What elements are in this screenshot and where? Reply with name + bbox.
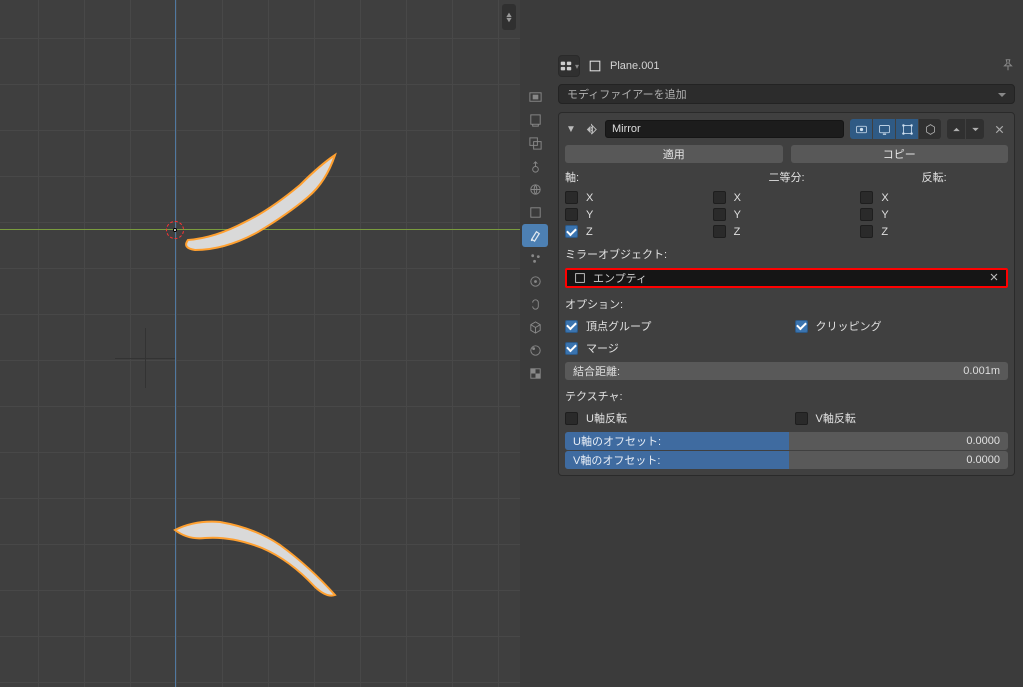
object-name: Plane.001 [610,60,660,72]
vertex-groups-checkbox[interactable]: 頂点グループ [565,318,779,334]
display-cage-toggle[interactable] [919,119,941,139]
offset-v-label: V軸のオフセット: [565,451,789,469]
copy-button[interactable]: コピー [791,145,1009,163]
mesh-object[interactable] [0,0,520,687]
apply-button[interactable]: 適用 [565,145,783,163]
bisect-label: 二等分: [713,169,861,185]
properties-tabs [520,0,550,687]
textures-label: テクスチャ: [565,388,1008,404]
modifier-panel-mirror: ▼ 適用 コピー [558,112,1015,476]
breadcrumb: ▾ Plane.001 [550,48,1023,84]
tab-output[interactable] [522,109,548,132]
tab-physics[interactable] [522,270,548,293]
mirror-object-value: エンプティ [593,270,647,286]
tab-particles[interactable] [522,247,548,270]
bisect-y-checkbox[interactable]: Y [713,208,861,221]
mirror-object-field[interactable]: エンプティ [565,268,1008,288]
axis-z-checkbox[interactable]: Z [565,225,713,238]
mirror-object-label: ミラーオブジェクト: [565,246,1008,262]
add-modifier-label: モディファイアーを追加 [567,86,687,102]
remove-modifier-button[interactable] [990,119,1008,139]
bisect-x-checkbox[interactable]: X [713,191,861,204]
properties-header-empty [550,0,1023,48]
flip-z-checkbox[interactable]: Z [860,225,1008,238]
display-render-toggle[interactable] [850,119,872,139]
display-edit-toggle[interactable] [896,119,918,139]
tab-constraints[interactable] [522,293,548,316]
tab-scene[interactable] [522,155,548,178]
nav-icon [502,10,516,24]
tab-modifiers[interactable] [522,224,548,247]
viewport-nav-gizmo[interactable] [502,4,516,30]
tab-world[interactable] [522,178,548,201]
flip-label: 反転: [860,169,1008,185]
tab-object[interactable] [522,201,548,224]
offset-v-field[interactable]: V軸のオフセット: 0.0000 [565,451,1008,469]
modifier-display-toggles [850,119,941,139]
modifier-name-input[interactable] [605,120,844,138]
tab-material[interactable] [522,339,548,362]
mirror-modifier-icon [583,121,599,137]
merge-distance-label: 結合距離: [573,363,620,379]
object-icon [588,59,602,73]
flip-v-checkbox[interactable]: V軸反転 [795,410,1009,426]
axis-x-checkbox[interactable]: X [565,191,713,204]
viewport-3d[interactable] [0,0,520,687]
axis-y-checkbox[interactable]: Y [565,208,713,221]
tab-mesh-data[interactable] [522,316,548,339]
pin-icon[interactable] [1001,58,1015,75]
object-data-icon [573,271,587,285]
merge-distance-value: 0.001m [963,365,1000,377]
tab-texture[interactable] [522,362,548,385]
offset-u-field[interactable]: U軸のオフセット: 0.0000 [565,432,1008,450]
offset-u-label: U軸のオフセット: [565,432,789,450]
move-down-button[interactable] [966,119,984,139]
move-up-button[interactable] [947,119,965,139]
cursor-3d [164,219,186,241]
flip-u-checkbox[interactable]: U軸反転 [565,410,779,426]
merge-checkbox[interactable]: マージ [565,340,1008,356]
offset-u-value: 0.0000 [789,432,1008,450]
merge-distance-field[interactable]: 結合距離: 0.001m [565,362,1008,380]
display-viewport-toggle[interactable] [873,119,895,139]
flip-x-checkbox[interactable]: X [860,191,1008,204]
tab-view-layer[interactable] [522,132,548,155]
tab-render[interactable] [522,86,548,109]
axis-label: 軸: [565,169,713,185]
options-label: オプション: [565,296,1008,312]
editor-type-selector[interactable]: ▾ [558,55,580,77]
collapse-toggle[interactable]: ▼ [565,124,577,135]
bisect-z-checkbox[interactable]: Z [713,225,861,238]
offset-v-value: 0.0000 [789,451,1008,469]
clear-mirror-object-button[interactable] [988,271,1000,286]
add-modifier-dropdown[interactable]: モディファイアーを追加 [558,84,1015,104]
flip-y-checkbox[interactable]: Y [860,208,1008,221]
clipping-checkbox[interactable]: クリッピング [795,318,1009,334]
